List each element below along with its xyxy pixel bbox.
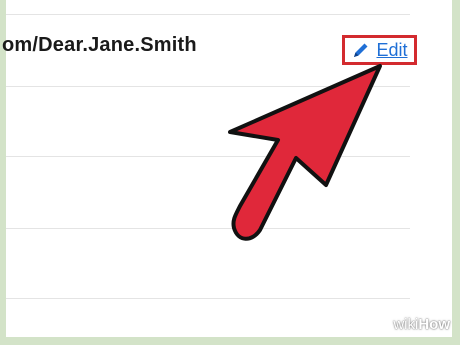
watermark-wiki: wiki <box>393 316 419 333</box>
frame-border-right <box>452 0 460 345</box>
watermark-how: How <box>418 316 450 333</box>
wikihow-watermark: wikiHow <box>393 316 450 333</box>
row-divider <box>6 86 410 87</box>
row-divider <box>6 298 410 299</box>
row-divider <box>6 156 410 157</box>
edit-button[interactable]: Edit <box>342 35 417 65</box>
edit-link-label: Edit <box>376 39 408 60</box>
pencil-icon <box>351 40 371 60</box>
page-frame: om/Dear.Jane.Smith Edit wikiHow <box>0 0 460 345</box>
row-divider <box>6 228 410 229</box>
row-divider <box>6 14 410 15</box>
frame-border-bottom <box>0 337 460 345</box>
profile-url-text: om/Dear.Jane.Smith <box>2 34 197 56</box>
